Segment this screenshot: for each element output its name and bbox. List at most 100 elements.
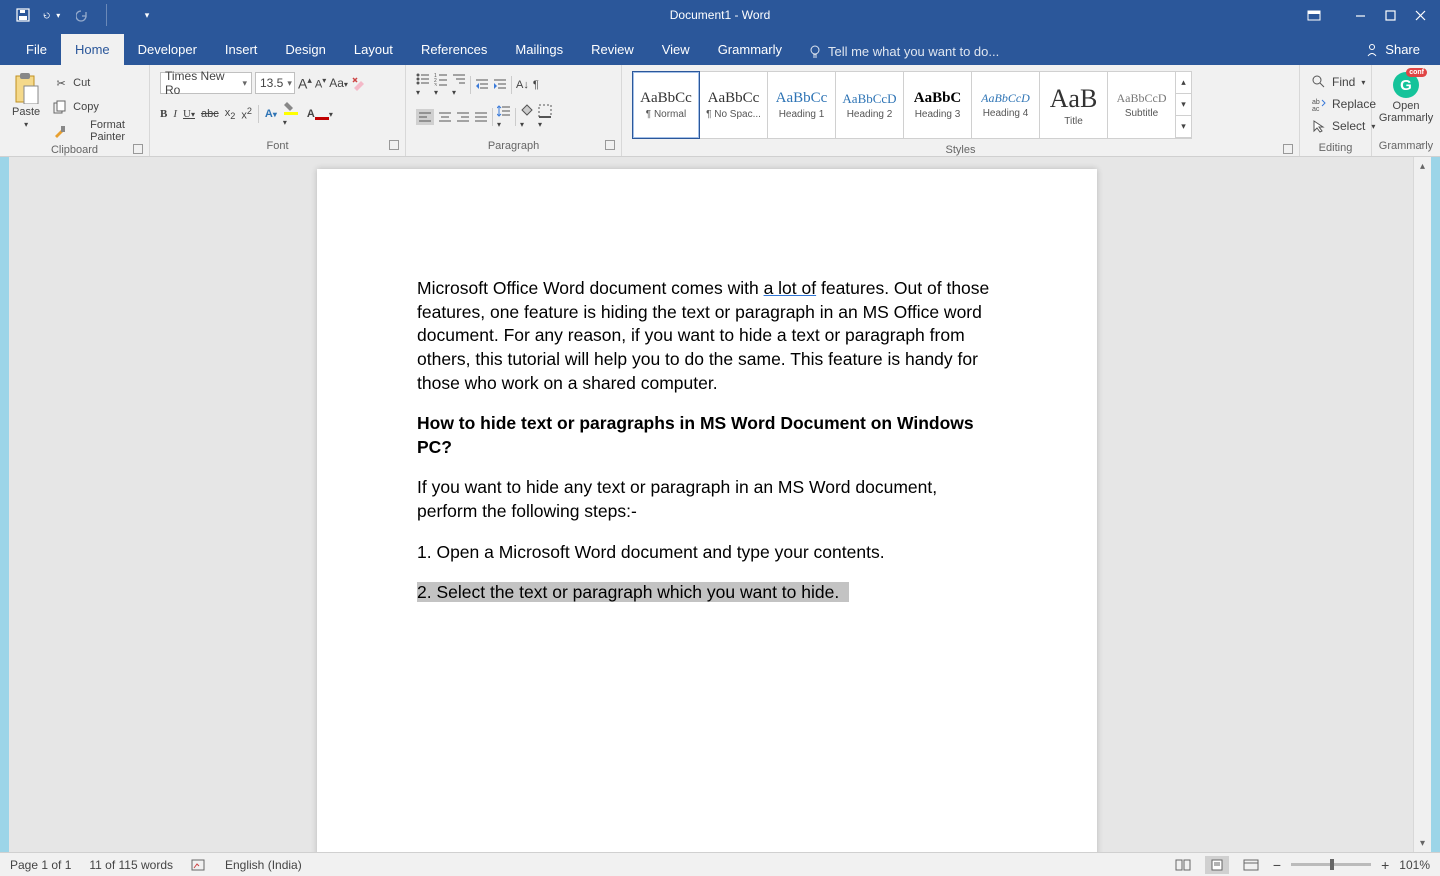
- tab-file[interactable]: File: [12, 34, 61, 65]
- dialog-launcher-icon[interactable]: [133, 144, 143, 154]
- styles-group: AaBbCc¶ NormalAaBbCc¶ No Spac...AaBbCcHe…: [622, 65, 1300, 156]
- zoom-level[interactable]: 101%: [1399, 858, 1430, 872]
- tab-view[interactable]: View: [648, 34, 704, 65]
- tab-design[interactable]: Design: [271, 34, 339, 65]
- page-indicator[interactable]: Page 1 of 1: [10, 858, 71, 872]
- style-scroll-icon[interactable]: ▾: [1176, 94, 1191, 116]
- redo-icon[interactable]: [72, 4, 94, 26]
- print-layout-icon[interactable]: [1205, 856, 1229, 874]
- align-center-icon[interactable]: [438, 111, 452, 123]
- strikethrough-button[interactable]: abc: [201, 108, 219, 120]
- paragraph[interactable]: Microsoft Office Word document comes wit…: [417, 277, 1001, 395]
- proofing-icon[interactable]: [191, 858, 207, 872]
- italic-button[interactable]: I: [173, 108, 177, 120]
- word-count[interactable]: 11 of 115 words: [89, 858, 173, 872]
- tab-home[interactable]: Home: [61, 34, 124, 65]
- style-scroll-icon[interactable]: ▴: [1176, 72, 1191, 94]
- shrink-font-icon[interactable]: A▾: [315, 76, 326, 91]
- scroll-down-icon[interactable]: ▾: [1414, 834, 1431, 852]
- collapse-ribbon-icon[interactable]: ˆ: [1413, 140, 1431, 156]
- page[interactable]: Microsoft Office Word document comes wit…: [317, 169, 1097, 852]
- style-more-icon[interactable]: ▾: [1176, 116, 1191, 138]
- grow-font-icon[interactable]: A▴: [298, 75, 312, 92]
- zoom-out-icon[interactable]: −: [1273, 857, 1281, 873]
- bullets-icon[interactable]: ▾: [416, 72, 430, 98]
- vertical-scrollbar[interactable]: ▴ ▾: [1413, 157, 1431, 852]
- numbering-icon[interactable]: 123▾: [434, 72, 448, 98]
- qat-customize-icon[interactable]: ▾: [136, 4, 158, 26]
- align-right-icon[interactable]: [456, 111, 470, 123]
- find-button[interactable]: Find▾: [1312, 72, 1376, 92]
- minimize-icon[interactable]: [1346, 4, 1374, 26]
- format-painter-button[interactable]: Format Painter: [50, 120, 145, 142]
- decrease-indent-icon[interactable]: [475, 78, 489, 92]
- align-left-icon[interactable]: [416, 109, 434, 125]
- tab-grammarly[interactable]: Grammarly: [704, 34, 796, 65]
- font-name-combo[interactable]: Times New Ro▾: [160, 72, 252, 94]
- undo-icon[interactable]: ▾: [42, 4, 64, 26]
- paragraph[interactable]: If you want to hide any text or paragrap…: [417, 476, 1001, 523]
- web-layout-icon[interactable]: [1239, 856, 1263, 874]
- share-button[interactable]: Share: [1345, 36, 1440, 65]
- zoom-in-icon[interactable]: +: [1381, 857, 1389, 873]
- tab-references[interactable]: References: [407, 34, 501, 65]
- svg-text:3: 3: [434, 83, 437, 86]
- sort-icon[interactable]: A↓: [516, 79, 529, 91]
- save-icon[interactable]: [12, 4, 34, 26]
- style-item[interactable]: AaBTitle: [1040, 71, 1108, 139]
- document-content[interactable]: Microsoft Office Word document comes wit…: [317, 169, 1097, 605]
- font-size-combo[interactable]: 13.5▾: [255, 72, 295, 94]
- multilevel-icon[interactable]: ▾: [452, 72, 466, 98]
- show-marks-icon[interactable]: ¶: [533, 79, 539, 91]
- tab-insert[interactable]: Insert: [211, 34, 272, 65]
- increase-indent-icon[interactable]: [493, 78, 507, 92]
- superscript-button[interactable]: x2: [241, 106, 252, 122]
- open-grammarly-button[interactable]: G Open Grammarly: [1371, 68, 1440, 128]
- style-item[interactable]: AaBbCcHeading 1: [768, 71, 836, 139]
- dialog-launcher-icon[interactable]: [1283, 144, 1293, 154]
- underline-button[interactable]: U▾: [183, 108, 195, 120]
- bold-button[interactable]: B: [160, 108, 167, 120]
- line-spacing-icon[interactable]: ▾: [497, 104, 511, 130]
- close-icon[interactable]: [1406, 4, 1434, 26]
- select-button[interactable]: Select▾: [1312, 116, 1376, 136]
- scroll-up-icon[interactable]: ▴: [1414, 157, 1431, 175]
- paste-button[interactable]: Paste ▾: [4, 68, 48, 133]
- style-item[interactable]: AaBbCc¶ Normal: [632, 71, 700, 139]
- shading-icon[interactable]: ▾: [520, 104, 534, 130]
- paragraph-group: ▾ 123▾ ▾ A↓ ¶ ▾ ▾ ▾ Para: [406, 65, 622, 156]
- selected-text[interactable]: 2. Select the text or paragraph which yo…: [417, 582, 849, 602]
- text-effects-icon[interactable]: A▾: [265, 108, 277, 120]
- style-item[interactable]: AaBbCHeading 3: [904, 71, 972, 139]
- highlight-icon[interactable]: ▾: [283, 100, 301, 128]
- style-item[interactable]: AaBbCcDHeading 2: [836, 71, 904, 139]
- maximize-icon[interactable]: [1376, 4, 1404, 26]
- style-item[interactable]: AaBbCcDSubtitle: [1108, 71, 1176, 139]
- subscript-button[interactable]: x2: [225, 107, 236, 121]
- paragraph-selected[interactable]: 2. Select the text or paragraph which yo…: [417, 581, 1001, 605]
- tab-review[interactable]: Review: [577, 34, 648, 65]
- font-color-icon[interactable]: A▾: [307, 108, 333, 120]
- style-item[interactable]: AaBbCc¶ No Spac...: [700, 71, 768, 139]
- cut-button[interactable]: ✂Cut: [50, 72, 145, 94]
- dialog-launcher-icon[interactable]: [389, 140, 399, 150]
- dialog-launcher-icon[interactable]: [605, 140, 615, 150]
- tab-mailings[interactable]: Mailings: [501, 34, 577, 65]
- clear-format-icon[interactable]: [351, 75, 367, 91]
- tell-me-search[interactable]: Tell me what you want to do...: [796, 38, 1011, 65]
- ribbon-display-icon[interactable]: [1304, 4, 1324, 26]
- read-mode-icon[interactable]: [1171, 856, 1195, 874]
- font-group: Times New Ro▾ 13.5▾ A▴ A▾ Aa▾ B I U▾ abc…: [150, 65, 406, 156]
- paragraph[interactable]: 1. Open a Microsoft Word document and ty…: [417, 541, 1001, 565]
- tab-developer[interactable]: Developer: [124, 34, 211, 65]
- justify-icon[interactable]: [474, 111, 488, 123]
- style-item[interactable]: AaBbCcDHeading 4: [972, 71, 1040, 139]
- language-indicator[interactable]: English (India): [225, 858, 302, 872]
- heading-paragraph[interactable]: How to hide text or paragraphs in MS Wor…: [417, 412, 1001, 459]
- tab-layout[interactable]: Layout: [340, 34, 407, 65]
- change-case-icon[interactable]: Aa▾: [329, 76, 348, 90]
- copy-button[interactable]: Copy: [50, 96, 145, 118]
- replace-button[interactable]: abacReplace: [1312, 94, 1376, 114]
- zoom-slider[interactable]: [1291, 863, 1371, 866]
- borders-icon[interactable]: ▾: [538, 104, 552, 130]
